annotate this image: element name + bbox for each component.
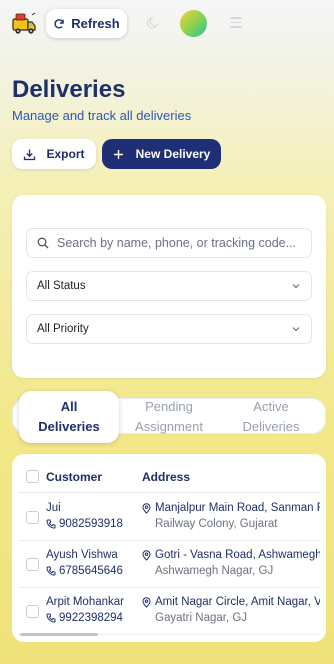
page-subtitle: Manage and track all deliveries — [12, 108, 192, 123]
customer-phone: 9082593918 — [46, 518, 123, 530]
table-header: Customer Address — [18, 460, 320, 493]
download-icon — [24, 149, 36, 160]
customer-name: Arpit Mohankar — [46, 596, 124, 608]
chevron-down-icon — [292, 327, 300, 332]
tab-pending-assignment[interactable]: Pending Assignment — [119, 391, 219, 443]
deliveries-table-card: Customer Address Jui 9082593918 Manjalpu… — [12, 454, 326, 642]
priority-filter-select[interactable]: All Priority — [26, 314, 312, 344]
page-title: Deliveries — [12, 76, 126, 103]
hamburger-menu-icon[interactable] — [230, 17, 242, 28]
customer-phone: 9922398294 — [46, 612, 123, 624]
address-line-1: Gotri - Vasna Road, Ashwamegh — [142, 549, 320, 561]
chevron-down-icon — [292, 284, 300, 289]
new-delivery-label: New Delivery — [135, 147, 211, 161]
location-pin-icon — [142, 596, 151, 608]
refresh-icon — [54, 18, 64, 29]
select-all-checkbox[interactable] — [26, 470, 39, 483]
customer-name: Ayush Vishwa — [46, 549, 118, 561]
tab-active-deliveries[interactable]: Active Deliveries — [221, 391, 321, 443]
location-pin-icon — [142, 502, 151, 514]
address-line-2: Railway Colony, Gujarat — [155, 518, 278, 530]
table-row[interactable]: Arpit Mohankar 9922398294 Amit Nagar Cir… — [18, 588, 320, 635]
location-pin-icon — [142, 549, 151, 561]
phone-icon — [46, 519, 56, 529]
deliveries-table: Customer Address Jui 9082593918 Manjalpu… — [18, 460, 320, 636]
delivery-tabs: All Deliveries Pending Assignment Active De… — [12, 391, 326, 443]
export-label: Export — [46, 147, 85, 161]
row-checkbox[interactable] — [26, 558, 39, 571]
filter-card: All Status All Priority — [12, 195, 326, 378]
priority-filter-value: All Priority — [37, 323, 89, 335]
table-row[interactable]: Ayush Vishwa 6785645646 Gotri - Vasna Ro… — [18, 541, 320, 588]
search-field[interactable] — [26, 228, 312, 258]
customer-phone: 6785645646 — [46, 565, 123, 577]
refresh-label: Refresh — [71, 16, 120, 31]
export-button[interactable]: Export — [12, 139, 96, 169]
customer-name: Jui — [46, 502, 61, 514]
status-filter-value: All Status — [37, 280, 86, 292]
plus-icon — [113, 149, 123, 159]
new-delivery-button[interactable]: New Delivery — [102, 139, 221, 169]
column-header-customer[interactable]: Customer — [46, 470, 102, 484]
phone-icon — [46, 613, 56, 623]
refresh-button[interactable]: Refresh — [46, 9, 127, 38]
status-filter-select[interactable]: All Status — [26, 271, 312, 301]
row-checkbox[interactable] — [26, 511, 39, 524]
tab-all-deliveries[interactable]: All Deliveries — [19, 391, 119, 443]
address-line-2: Ashwamegh Nagar, GJ — [155, 565, 274, 577]
search-icon — [37, 237, 49, 249]
top-bar: Refresh — [0, 0, 334, 48]
user-avatar[interactable] — [180, 10, 207, 37]
address-line-2: Gayatri Nagar, GJ — [155, 612, 248, 624]
search-input[interactable] — [57, 236, 307, 250]
dark-mode-moon-icon[interactable] — [146, 16, 160, 30]
delivery-truck-logo-icon[interactable] — [10, 10, 38, 38]
address-line-1: Amit Nagar Circle, Amit Nagar, V — [142, 596, 320, 608]
horizontal-scrollbar[interactable] — [20, 633, 98, 636]
address-line-1: Manjalpur Main Road, Sanman Re — [142, 502, 320, 514]
row-checkbox[interactable] — [26, 605, 39, 618]
phone-icon — [46, 566, 56, 576]
table-row[interactable]: Jui 9082593918 Manjalpur Main Road, Sanm… — [18, 494, 320, 541]
column-header-address[interactable]: Address — [142, 470, 190, 484]
